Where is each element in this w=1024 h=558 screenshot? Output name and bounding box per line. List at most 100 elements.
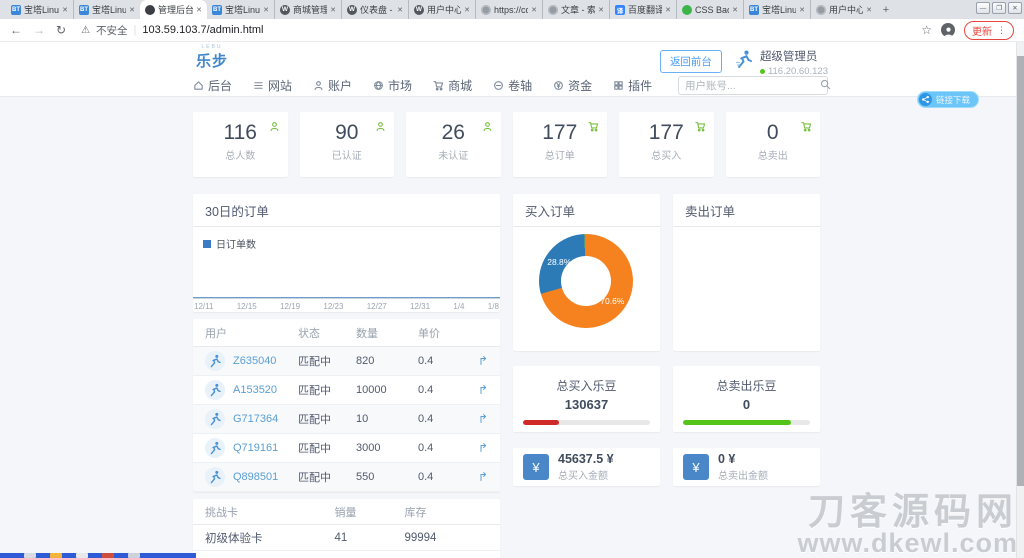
nav-item-money[interactable]: 资金 [553, 77, 592, 94]
tab-close-icon[interactable]: ✕ [665, 6, 671, 14]
tab-close-icon[interactable]: ✕ [397, 6, 403, 14]
tab-close-icon[interactable]: ✕ [464, 6, 470, 14]
browser-tab[interactable]: W商城管理 - 3✕ [274, 0, 341, 19]
stat-card: 90已认证 [300, 112, 395, 177]
order-row[interactable]: A153520匹配中100000.4↱ [193, 376, 500, 405]
nav-item-globe[interactable]: 市场 [373, 77, 412, 94]
search-icon[interactable] [820, 77, 831, 95]
menu-dots-icon[interactable]: ⋮ [997, 25, 1006, 36]
site-logo[interactable]: LEBU 乐步 [196, 44, 228, 71]
nav-item-list[interactable]: 网站 [253, 77, 292, 94]
nav-item-plugin[interactable]: 插件 [613, 77, 652, 94]
order-qty: 820 [356, 355, 418, 367]
order-user-cell: Q719161 [205, 438, 298, 458]
user-link[interactable]: A153520 [233, 384, 277, 396]
user-link[interactable]: Q898501 [233, 471, 278, 483]
browser-tab[interactable]: 管理后台✕ [140, 0, 207, 19]
tab-close-icon[interactable]: ✕ [263, 6, 269, 14]
user-link[interactable]: Z635040 [233, 355, 276, 367]
search-box[interactable] [678, 76, 828, 95]
order-user-cell: Q898501 [205, 467, 298, 487]
buy-donut-chart: 70.6%28.8% [513, 227, 660, 351]
stat-label: 总人数 [193, 147, 288, 162]
beans-buy-title: 总买入乐豆 [513, 377, 660, 394]
chart-legend[interactable]: 日订单数 [203, 236, 256, 251]
tab-title: 用户中心 - 1 [829, 3, 863, 16]
tab-close-icon[interactable]: ✕ [62, 6, 68, 14]
order-row[interactable]: G717364匹配中100.4↱ [193, 405, 500, 434]
card-row: 初级体验卡4199994 [193, 525, 500, 551]
home-icon [193, 80, 204, 91]
order-row[interactable]: Z635040匹配中8200.4↱ [193, 347, 500, 376]
sell-donut-empty [673, 227, 820, 351]
nav-item-label: 资金 [568, 77, 592, 94]
browser-tab[interactable]: BT宝塔Linux面✕ [207, 0, 274, 19]
nav-item-home[interactable]: 后台 [193, 77, 232, 94]
tab-title: 宝塔Linux面 [92, 3, 126, 16]
browser-tab[interactable]: BT宝塔Linux面✕ [743, 0, 810, 19]
tab-close-icon[interactable]: ✕ [129, 6, 135, 14]
stat-card: 116总人数 [193, 112, 288, 177]
taskbar-icon [76, 553, 88, 558]
beans-buy-value: 130637 [513, 397, 660, 412]
nav-item-scroll[interactable]: 卷轴 [493, 77, 532, 94]
refresh-icon[interactable]: ↻ [56, 24, 66, 36]
tab-close-icon[interactable]: ✕ [196, 6, 202, 14]
page-content: 116总人数90已认证26未认证177总订单177总买入0总卖出 30日的订单 … [0, 97, 1024, 558]
tab-close-icon[interactable]: ✕ [866, 6, 872, 14]
tab-close-icon[interactable]: ✕ [531, 6, 537, 14]
order-action-arrow-icon[interactable]: ↱ [466, 470, 488, 484]
order-row[interactable]: Q898501匹配中5500.4↱ [193, 463, 500, 492]
browser-tab[interactable]: https://cdn.✕ [475, 0, 542, 19]
middle-column: 买入订单 70.6%28.8% 总买入乐豆 130637 ¥ 45637.5 [513, 194, 660, 486]
browser-tab-strip: BT宝塔Linux面✕BT宝塔Linux面✕管理后台✕BT宝塔Linux面✕W商… [0, 0, 1024, 19]
restore-icon[interactable]: ❐ [992, 2, 1006, 14]
cart-icon [433, 80, 444, 91]
tab-close-icon[interactable]: ✕ [732, 6, 738, 14]
scrollbar-thumb[interactable] [1017, 56, 1024, 486]
update-button[interactable]: 更新 ⋮ [964, 21, 1014, 40]
buy-pie-title: 买入订单 [513, 194, 660, 227]
beans-buy-progress-track [523, 420, 650, 425]
back-icon[interactable]: ← [10, 24, 22, 36]
order-action-arrow-icon[interactable]: ↱ [466, 383, 488, 397]
browser-tab[interactable]: W用户中心-乐✕ [408, 0, 475, 19]
nav-item-user[interactable]: 账户 [313, 77, 352, 94]
site-favicon [145, 5, 155, 15]
order-action-arrow-icon[interactable]: ↱ [466, 412, 488, 426]
order-action-arrow-icon[interactable]: ↱ [466, 441, 488, 455]
order-row[interactable]: Q719161匹配中30000.4↱ [193, 434, 500, 463]
browser-tab[interactable]: CSS Backgr✕ [676, 0, 743, 19]
page-scrollbar[interactable] [1016, 42, 1024, 558]
browser-tab[interactable]: 用户中心 - 1✕ [810, 0, 877, 19]
tab-close-icon[interactable]: ✕ [330, 6, 336, 14]
search-input[interactable] [685, 80, 820, 92]
bookmark-star-icon[interactable]: ☆ [921, 23, 932, 37]
user-link[interactable]: G717364 [233, 413, 278, 425]
nav-item-cart[interactable]: 商城 [433, 77, 472, 94]
back-to-front-button[interactable]: 返回前台 [660, 50, 722, 73]
user-link[interactable]: Q719161 [233, 442, 278, 454]
browser-tab[interactable]: BT宝塔Linux面✕ [6, 0, 73, 19]
browser-tab[interactable]: 译百度翻译-20✕ [609, 0, 676, 19]
logo-text: 乐步 [196, 53, 228, 70]
floating-badge-label: 链接下载 [936, 94, 970, 106]
minimize-icon[interactable]: — [976, 2, 990, 14]
beans-sell-card: 总卖出乐豆 0 [673, 366, 820, 432]
browser-tab[interactable]: W仪表盘 - 乐✕ [341, 0, 408, 19]
new-tab-button[interactable]: + [877, 0, 895, 19]
profile-avatar-icon[interactable] [941, 23, 955, 37]
browser-tab[interactable]: BT宝塔Linux面✕ [73, 0, 140, 19]
address-bar[interactable]: ⚠ 不安全 | 103.59.103.7/admin.html [81, 23, 263, 38]
tab-close-icon[interactable]: ✕ [799, 6, 805, 14]
nav-item-label: 卷轴 [508, 77, 532, 94]
close-icon[interactable]: ✕ [1008, 2, 1022, 14]
floating-download-badge[interactable]: 链接下载 [918, 92, 978, 107]
order-action-arrow-icon[interactable]: ↱ [466, 354, 488, 368]
forward-icon[interactable]: → [33, 24, 45, 36]
site-nav: 后台 网站 账户 市场 商城 卷轴 资金 插件 [0, 74, 1024, 97]
challenge-cards-table-card: 挑战卡 销量 库存 初级体验卡4199994中级挑战卡1399996 [193, 499, 500, 558]
runner-avatar-icon [205, 351, 225, 371]
browser-tab[interactable]: 文章 - 索引✕ [542, 0, 609, 19]
tab-close-icon[interactable]: ✕ [598, 6, 604, 14]
